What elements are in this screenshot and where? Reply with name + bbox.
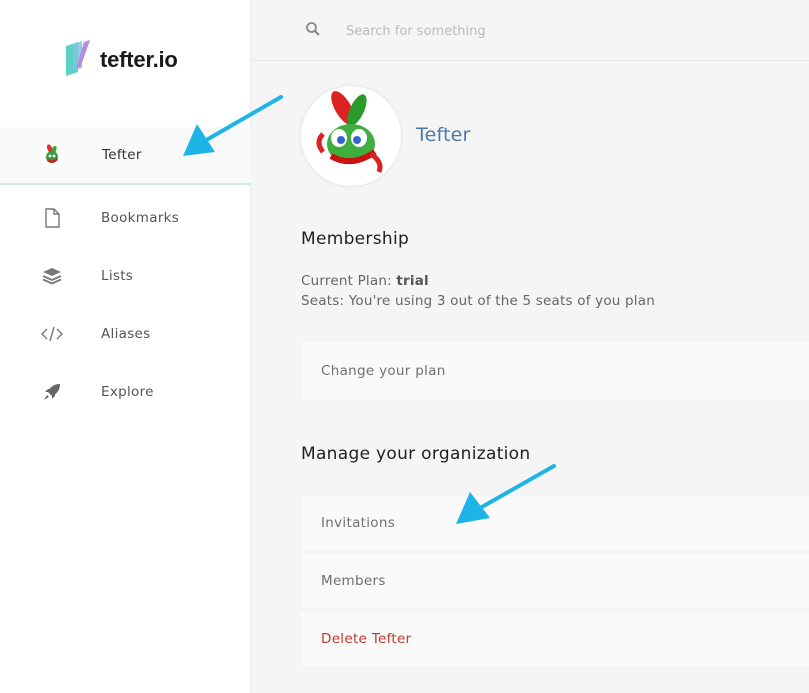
sidebar-item-label: Aliases	[101, 326, 151, 342]
tefter-logo-icon	[64, 40, 94, 80]
layers-icon	[40, 264, 64, 288]
code-icon	[40, 322, 64, 346]
search-bar	[252, 0, 809, 61]
manage-organization-heading: Manage your organization	[301, 444, 531, 464]
invitations-link[interactable]: Invitations	[301, 496, 809, 550]
document-icon	[40, 206, 64, 230]
brand-name: tefter.io	[100, 47, 178, 72]
sidebar-item-tefter[interactable]: Tefter	[0, 127, 251, 185]
membership-heading: Membership	[301, 229, 410, 249]
sidebar-item-label: Bookmarks	[101, 210, 180, 226]
jackrabbit-mascot-icon	[316, 91, 383, 173]
sidebar-item-label: Explore	[101, 384, 154, 400]
members-link[interactable]: Members	[301, 554, 809, 608]
sidebar-item-label: Lists	[101, 268, 134, 284]
sidebar-item-aliases[interactable]: Aliases	[0, 305, 251, 363]
sidebar-item-bookmarks[interactable]: Bookmarks	[0, 189, 251, 247]
sidebar-item-label: Tefter	[102, 147, 142, 163]
team-avatar-icon	[40, 143, 64, 167]
change-plan-button[interactable]: Change your plan	[301, 342, 809, 400]
current-plan-value: trial	[396, 273, 429, 289]
organization-name[interactable]: Tefter	[416, 124, 471, 146]
rocket-icon	[40, 380, 64, 404]
sidebar-item-explore[interactable]: Explore	[0, 363, 251, 421]
current-plan-label: Current Plan:	[301, 273, 392, 289]
brand-logo[interactable]: tefter.io	[64, 40, 178, 80]
sidebar-item-lists[interactable]: Lists	[0, 247, 251, 305]
organization-avatar	[301, 86, 401, 186]
search-input[interactable]	[346, 20, 746, 42]
sidebar: tefter.io Tefter Bookmarks Lists Aliases…	[0, 0, 251, 693]
current-plan-line: Current Plan: trial	[301, 273, 429, 289]
delete-organization-link[interactable]: Delete Tefter	[301, 612, 809, 666]
search-icon	[305, 21, 321, 41]
seats-info: Seats: You're using 3 out of the 5 seats…	[301, 293, 655, 309]
